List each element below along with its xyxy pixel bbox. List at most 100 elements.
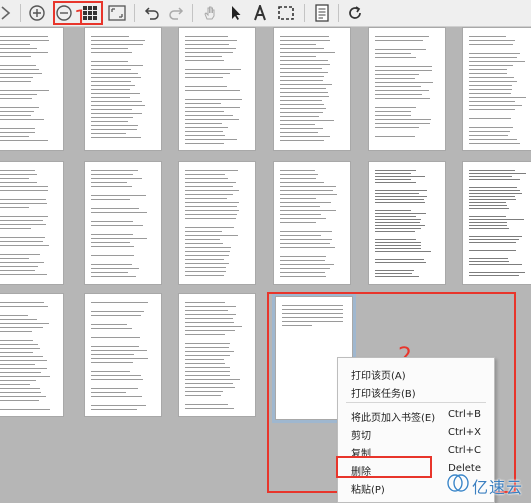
text-line [469, 139, 517, 140]
select-arrow-icon[interactable] [224, 1, 248, 25]
text-line [0, 384, 30, 385]
text-line [0, 396, 47, 397]
text-line [280, 136, 331, 137]
text-line [469, 135, 509, 136]
text-tool-icon[interactable] [248, 1, 272, 25]
text-line [375, 210, 411, 211]
text-line [0, 65, 37, 66]
menu-separator [346, 402, 486, 403]
menu-item-add-bookmark[interactable]: 将此页加入书签(E) Ctrl+B [339, 406, 493, 424]
text-line [185, 267, 227, 268]
text-line [280, 112, 324, 113]
page-thumbnail[interactable] [178, 27, 256, 151]
page-thumbnail[interactable] [84, 27, 162, 151]
page-thumbnail[interactable] [273, 27, 351, 151]
text-line [469, 131, 510, 132]
text-line [469, 101, 515, 102]
document-icon[interactable] [310, 1, 334, 25]
refresh-icon[interactable] [343, 1, 367, 25]
text-line [375, 173, 412, 174]
text-line [0, 392, 42, 393]
text-line [185, 383, 234, 384]
page-thumbnail[interactable] [0, 293, 64, 417]
text-line [185, 143, 225, 144]
toolbar-divider [134, 4, 135, 22]
text-line [469, 190, 521, 191]
text-line [0, 237, 46, 238]
page-thumbnail[interactable] [368, 161, 446, 285]
text-line [469, 228, 510, 229]
text-line [0, 360, 48, 361]
text-line [375, 193, 419, 194]
page-thumbnail[interactable] [462, 27, 531, 151]
text-line [375, 219, 421, 220]
text-line [0, 380, 36, 381]
text-line [469, 264, 523, 265]
undo-icon[interactable] [140, 1, 164, 25]
text-line [0, 170, 35, 171]
menu-item-shortcut: Ctrl+B [447, 409, 481, 420]
text-line [0, 270, 35, 271]
page-thumbnail[interactable] [178, 293, 256, 417]
text-line [375, 248, 422, 249]
text-line [91, 61, 129, 62]
menu-item-print-task[interactable]: 打印该任务(B) [339, 382, 493, 400]
text-line [375, 276, 419, 277]
text-line [91, 375, 141, 376]
page-thumbnail[interactable] [178, 161, 256, 285]
marquee-select-icon[interactable] [274, 1, 298, 25]
page-thumbnail[interactable] [0, 27, 64, 151]
text-line [91, 174, 134, 175]
text-line [469, 261, 509, 262]
text-line [469, 179, 521, 180]
text-line [185, 52, 233, 53]
menu-item-print-page[interactable]: 打印该页(A) [339, 364, 493, 382]
zoom-in-icon[interactable] [25, 1, 49, 25]
text-line [91, 208, 140, 209]
text-line [280, 92, 329, 93]
text-line [280, 206, 320, 207]
text-line [280, 272, 326, 273]
menu-item-cut[interactable]: 剪切 Ctrl+X [339, 424, 493, 442]
text-line [0, 203, 48, 204]
text-line [280, 190, 333, 191]
page-thumbnail[interactable] [462, 161, 531, 285]
page-thumbnail[interactable] [84, 293, 162, 417]
text-line [185, 231, 222, 232]
page-thumbnail[interactable] [0, 161, 64, 285]
redo-icon[interactable] [164, 1, 188, 25]
toolbar-divider [304, 4, 305, 22]
text-line [375, 170, 416, 171]
text-line [375, 136, 415, 137]
text-line [375, 199, 425, 200]
text-line [280, 194, 338, 195]
text-line [185, 190, 239, 191]
page-thumbnail[interactable] [273, 161, 351, 285]
page-thumbnail[interactable] [368, 27, 446, 151]
text-line [91, 350, 148, 351]
text-line [185, 387, 236, 388]
text-line [185, 235, 239, 236]
text-line [280, 243, 331, 244]
text-line [375, 259, 425, 260]
fit-page-icon[interactable] [105, 1, 129, 25]
text-line [280, 80, 324, 81]
text-line [375, 57, 416, 58]
text-line [375, 53, 412, 54]
text-line [0, 258, 29, 259]
text-line [91, 392, 127, 393]
text-line [91, 238, 147, 239]
watermark-text: 亿速云 [472, 478, 524, 497]
page-thumbnail[interactable] [84, 161, 162, 285]
text-line [280, 182, 324, 183]
text-line [185, 251, 231, 252]
text-line [469, 89, 512, 90]
toolbar-divider [192, 4, 193, 22]
text-line [91, 346, 140, 347]
text-line [0, 56, 32, 57]
text-line [185, 99, 242, 100]
forward-arrow-icon[interactable] [0, 1, 18, 25]
hand-tool-icon[interactable] [198, 1, 222, 25]
text-line [185, 263, 229, 264]
text-line [91, 311, 144, 312]
